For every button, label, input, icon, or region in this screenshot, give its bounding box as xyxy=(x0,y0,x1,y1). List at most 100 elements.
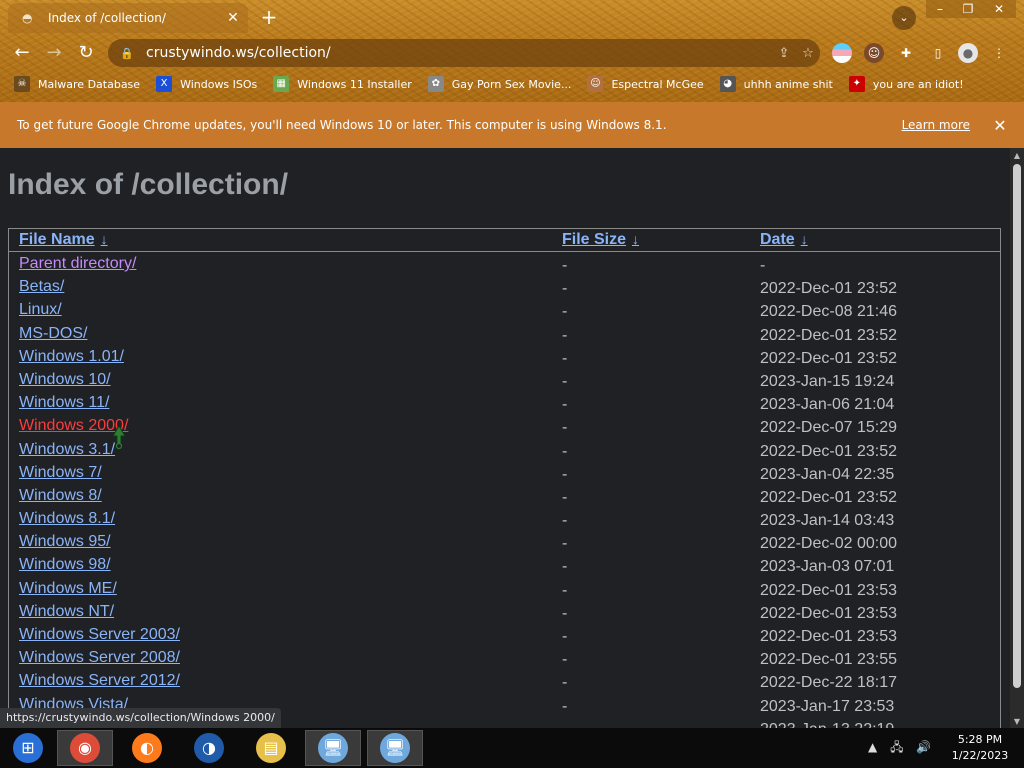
table-row: Windows Server 2003/ - 2022-Dec-01 23:53 xyxy=(9,625,1000,648)
sort-arrow-icon[interactable]: ↓ xyxy=(801,231,808,247)
date-column-label[interactable]: Date xyxy=(760,231,795,248)
reload-icon[interactable]: ↻ xyxy=(73,40,99,66)
file-name-link[interactable]: Windows Server 2012/ xyxy=(19,672,180,690)
side-panel-icon[interactable]: ▯ xyxy=(928,43,948,63)
volume-icon[interactable]: 🔊 xyxy=(916,740,931,754)
back-arrow-icon[interactable]: ← xyxy=(9,40,35,66)
windows-start-icon: ⊞ xyxy=(13,733,43,763)
explorer-task[interactable]: ▤ xyxy=(243,730,299,766)
bookmark-item[interactable]: ▦ Windows 11 Installer xyxy=(273,76,412,92)
window-close-button[interactable]: ✕ xyxy=(982,0,1016,18)
network-icon[interactable]: 🖧 xyxy=(890,740,903,754)
new-tab-button[interactable]: + xyxy=(258,6,280,28)
app-task-2[interactable]: 🖥 xyxy=(367,730,423,766)
start-button[interactable]: ⊞ xyxy=(0,730,56,766)
bookmark-item[interactable]: ☺ Espectral McGee xyxy=(587,76,704,92)
file-size: - xyxy=(562,442,568,460)
trans-flag-extension-icon[interactable] xyxy=(832,43,852,63)
scroll-down-arrow-icon[interactable]: ▼ xyxy=(1010,716,1024,728)
window-restore-button[interactable]: ❐ xyxy=(954,0,982,18)
bookmark-item[interactable]: X Windows ISOs xyxy=(156,76,257,92)
browser-tab[interactable]: ◓ Index of /collection/ ✕ xyxy=(8,3,248,33)
bookmark-star-icon[interactable]: ☆ xyxy=(796,46,820,61)
file-size: - xyxy=(562,465,568,483)
file-date: 2022-Dec-01 23:53 xyxy=(760,581,897,599)
app-task-1[interactable]: 🖥 xyxy=(305,730,361,766)
show-hidden-icons-icon[interactable]: ▲ xyxy=(868,740,877,754)
extensions-puzzle-icon[interactable]: ✚ xyxy=(896,43,916,63)
learn-more-link[interactable]: Learn more xyxy=(902,118,970,132)
bookmark-item[interactable]: ◕ uhhh anime shit xyxy=(719,76,833,92)
sort-arrow-icon[interactable]: ↓ xyxy=(101,231,108,247)
scroll-up-arrow-icon[interactable]: ▲ xyxy=(1010,150,1024,162)
file-name-link[interactable]: Windows 11/ xyxy=(19,394,109,412)
infobar-close-icon[interactable]: ✕ xyxy=(990,116,1010,135)
file-date: 2022-Dec-02 00:00 xyxy=(760,535,897,553)
file-name-link[interactable]: Windows 3.1/ xyxy=(19,441,115,459)
file-name-link[interactable]: Windows 7/ xyxy=(19,464,102,482)
size-column-label[interactable]: File Size xyxy=(562,231,626,248)
file-size: - xyxy=(562,349,568,367)
bookmark-item[interactable]: ☠ Malware Database xyxy=(14,76,140,92)
share-icon[interactable]: ⇪ xyxy=(772,46,796,61)
address-url[interactable]: crustywindo.ws/collection/ xyxy=(146,45,772,61)
file-name-link[interactable]: Windows Server 2003/ xyxy=(19,626,180,644)
file-date: 2022-Dec-08 21:46 xyxy=(760,303,897,321)
file-date: 2022-Dec-01 23:55 xyxy=(760,651,897,669)
window-minimize-button[interactable]: – xyxy=(926,0,954,18)
name-column-label[interactable]: File Name xyxy=(19,231,95,248)
profile-avatar-icon[interactable]: ● xyxy=(958,43,978,63)
network-computer-icon: 🖥 xyxy=(318,733,348,763)
file-size: - xyxy=(562,488,568,506)
network-computer-icon: 🖥 xyxy=(380,733,410,763)
scroll-thumb[interactable] xyxy=(1013,164,1021,688)
forward-arrow-icon[interactable]: → xyxy=(41,40,67,66)
file-size: - xyxy=(562,372,568,390)
chrome-menu-icon[interactable]: ⋮ xyxy=(992,43,1006,63)
file-name-link[interactable]: Windows ME/ xyxy=(19,580,117,598)
file-name-link[interactable]: Windows 8/ xyxy=(19,487,102,505)
sort-by-name-link[interactable]: File Name ↓ xyxy=(19,231,108,249)
firefox-task[interactable]: ◐ xyxy=(119,730,175,766)
sort-by-size-link[interactable]: File Size ↓ xyxy=(562,231,639,249)
file-size: - xyxy=(562,697,568,715)
tab-close-icon[interactable]: ✕ xyxy=(224,9,242,27)
table-row: Windows ME/ - 2022-Dec-01 23:53 xyxy=(9,579,1000,602)
sort-by-date-link[interactable]: Date ↓ xyxy=(760,231,808,249)
file-name-link[interactable]: Windows Server 2008/ xyxy=(19,649,180,667)
table-row: Windows 10/ - 2023-Jan-15 19:24 xyxy=(9,370,1000,393)
chrome-task[interactable]: ◉ xyxy=(57,730,113,766)
file-size: - xyxy=(562,558,568,576)
taskbar-clock[interactable]: 5:28 PM 1/22/2023 xyxy=(944,732,1016,764)
file-name-link[interactable]: Betas/ xyxy=(19,278,64,296)
file-name-link[interactable]: Windows 8.1/ xyxy=(19,510,115,528)
table-row: Windows Server 2012/ - 2022-Dec-22 18:17 xyxy=(9,671,1000,694)
avatar-extension-icon[interactable]: ☺ xyxy=(864,43,884,63)
sort-arrow-icon[interactable]: ↓ xyxy=(632,231,639,247)
file-date: 2022-Dec-01 23:52 xyxy=(760,442,897,460)
file-name-link[interactable]: Windows 95/ xyxy=(19,533,111,551)
file-date: 2023-Jan-15 19:24 xyxy=(760,372,895,390)
file-name-link[interactable]: MS-DOS/ xyxy=(19,325,87,343)
file-name-link[interactable]: Windows NT/ xyxy=(19,603,114,621)
file-size: - xyxy=(562,303,568,321)
file-date: 2022-Dec-01 23:52 xyxy=(760,349,897,367)
file-name-link[interactable]: Windows 10/ xyxy=(19,371,111,389)
skull-icon: ☠ xyxy=(14,76,30,92)
tab-search-chevron-icon[interactable]: ⌄ xyxy=(892,6,916,30)
file-name-link[interactable]: Parent directory/ xyxy=(19,255,136,273)
address-bar[interactable]: 🔒 crustywindo.ws/collection/ ⇪ ☆ xyxy=(108,39,820,67)
file-name-link[interactable]: Windows 98/ xyxy=(19,556,111,574)
lock-icon[interactable]: 🔒 xyxy=(120,47,134,60)
table-header: File Name ↓ File Size ↓ Date ↓ xyxy=(9,229,1000,252)
table-row: Windows 11/ - 2023-Jan-06 21:04 xyxy=(9,393,1000,416)
file-name-link[interactable]: Linux/ xyxy=(19,301,62,319)
file-name-link[interactable]: Windows 1.01/ xyxy=(19,348,124,366)
hand-pointer-cursor-icon xyxy=(112,425,126,450)
bookmark-item[interactable]: ✦ you are an idiot! xyxy=(848,76,964,92)
bookmark-item[interactable]: ✿ Gay Porn Sex Movie... xyxy=(427,76,571,92)
file-size: - xyxy=(562,674,568,692)
firefox-icon: ◐ xyxy=(132,733,162,763)
page-scrollbar[interactable]: ▲ ▼ xyxy=(1010,148,1024,730)
obama-task[interactable]: ◑ xyxy=(181,730,237,766)
